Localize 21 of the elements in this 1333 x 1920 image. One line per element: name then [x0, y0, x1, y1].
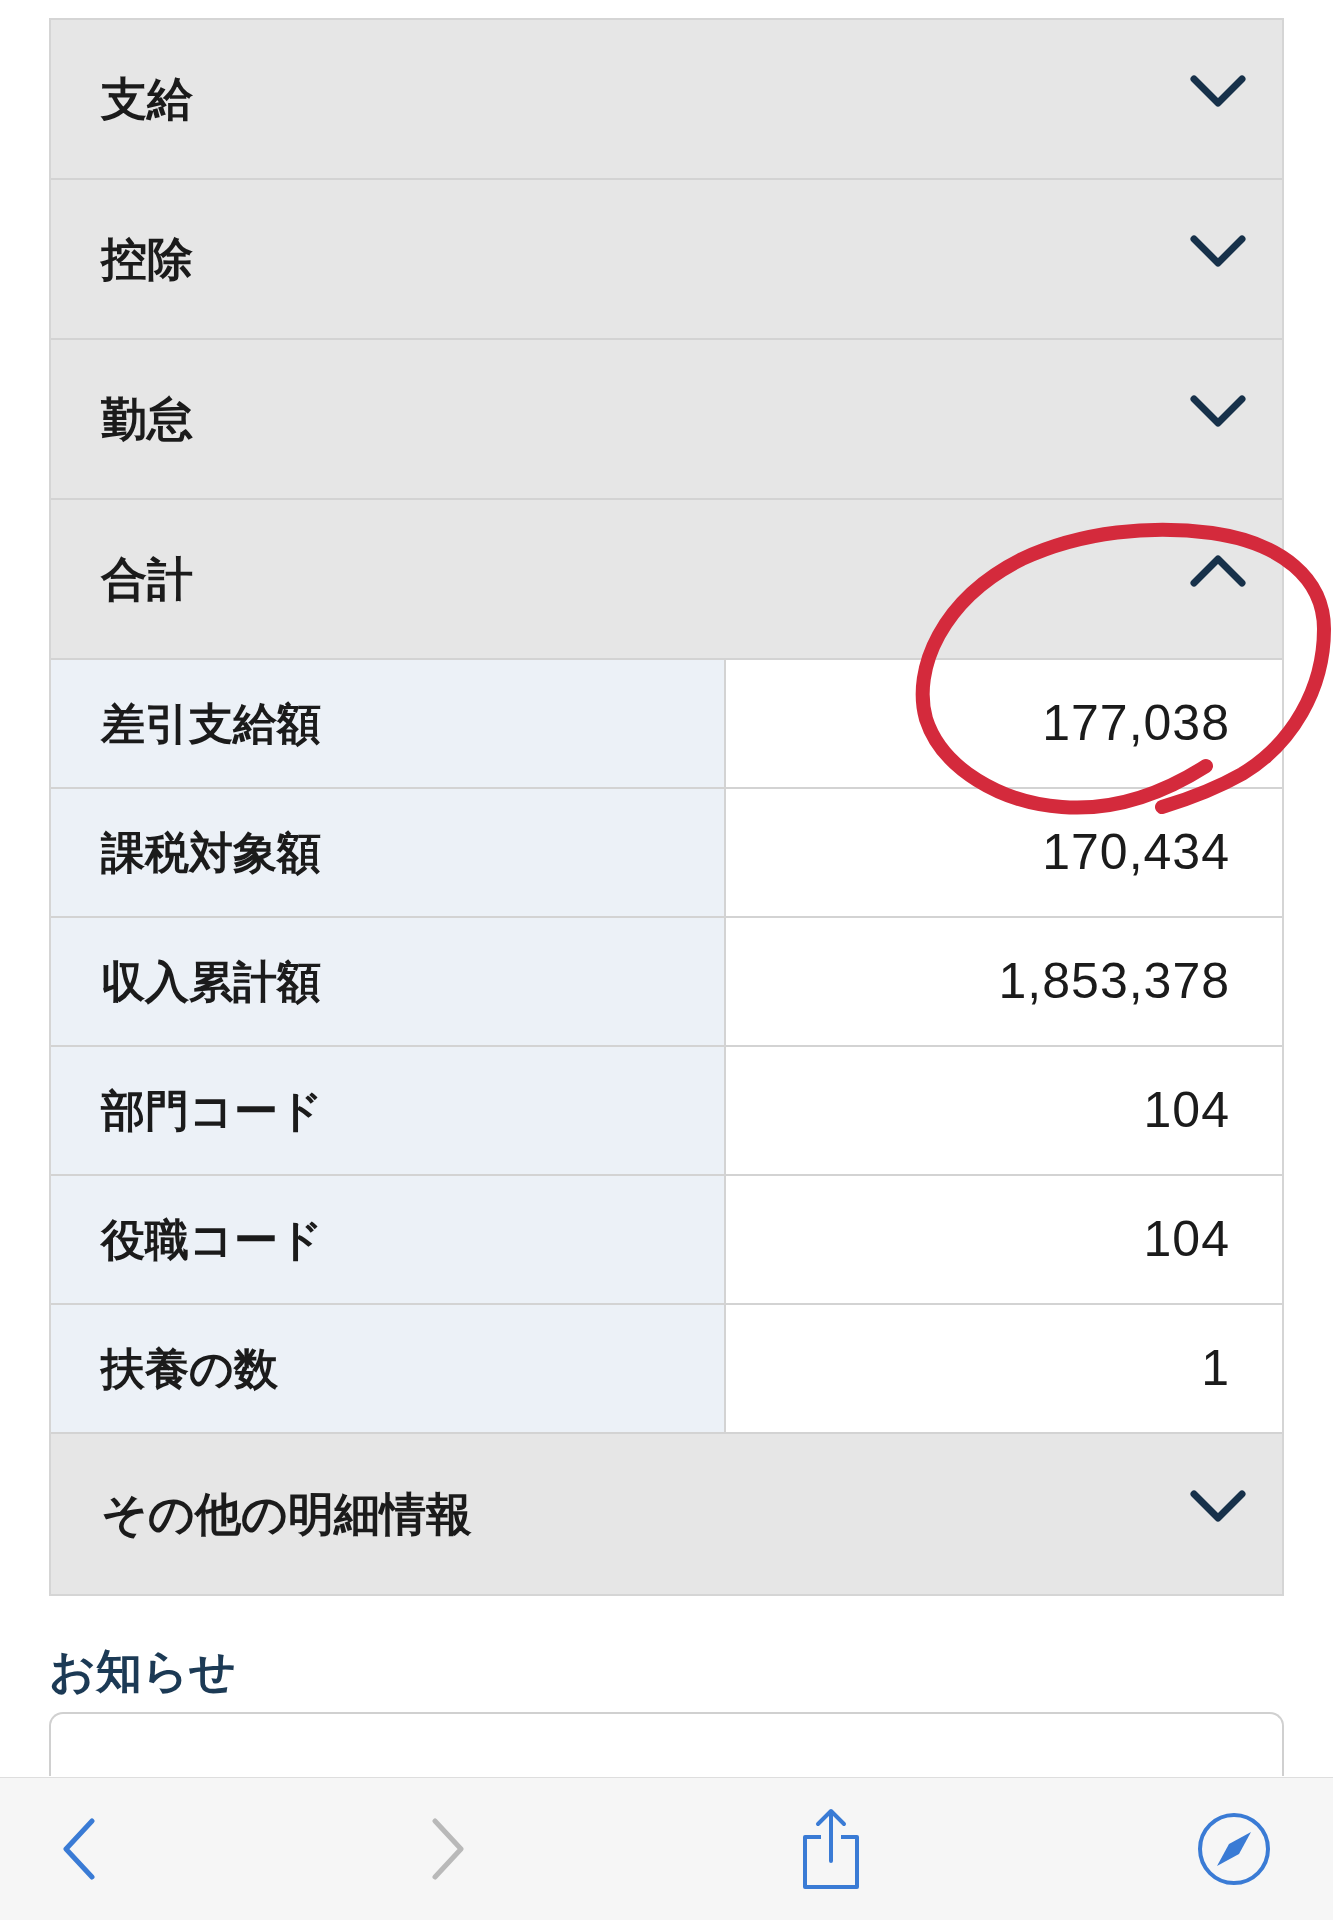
chevron-down-icon: [1190, 395, 1246, 427]
label-cell: 扶養の数: [51, 1305, 726, 1432]
compass-icon: [1197, 1812, 1271, 1886]
label-cell: 役職コード: [51, 1176, 726, 1303]
value-cell: 104: [726, 1047, 1282, 1174]
chevron-up-icon: [1190, 555, 1246, 587]
value-cell: 104: [726, 1176, 1282, 1303]
share-icon: [800, 1807, 862, 1891]
label-cell: 部門コード: [51, 1047, 726, 1174]
value-cell: 1: [726, 1305, 1282, 1432]
chevron-down-icon: [1190, 75, 1246, 107]
chevron-right-icon: [431, 1818, 465, 1880]
value-cell: 170,434: [726, 789, 1282, 916]
chevron-down-icon: [1190, 235, 1246, 267]
notice-heading: お知らせ: [49, 1648, 236, 1694]
label-cell: 課税対象額: [51, 789, 726, 916]
chevron-left-icon: [62, 1818, 96, 1880]
label-cell: 収入累計額: [51, 918, 726, 1045]
value-cell: 1,853,378: [726, 918, 1282, 1045]
label-cell: 差引支給額: [51, 660, 726, 787]
chevron-down-icon: [1190, 1490, 1246, 1522]
